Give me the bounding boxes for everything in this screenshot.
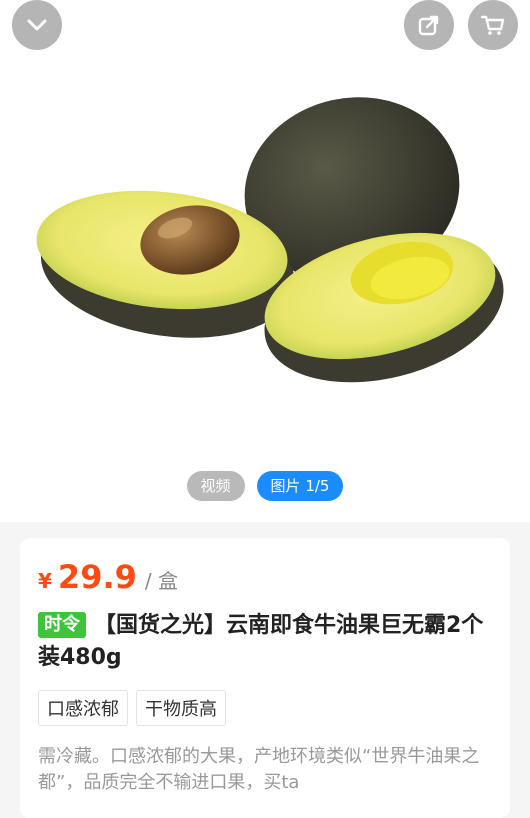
product-title-text: 【国货之光】云南即食牛油果巨无霸2个装480g xyxy=(38,613,484,670)
media-tabs: 视频 图片 1/5 xyxy=(0,471,530,501)
currency-symbol: ¥ xyxy=(38,569,52,593)
back-button[interactable] xyxy=(12,0,62,50)
feature-tag: 口感浓郁 xyxy=(38,690,128,726)
tab-photos[interactable]: 图片 1/5 xyxy=(256,471,344,501)
chevron-down-icon xyxy=(27,19,47,31)
feature-tag: 干物质高 xyxy=(136,690,226,726)
avocado-image xyxy=(36,97,504,383)
share-button[interactable] xyxy=(404,0,454,50)
feature-tags: 口感浓郁 干物质高 xyxy=(38,690,226,726)
cart-button[interactable] xyxy=(468,0,518,50)
product-description: 需冷藏。口感浓郁的大果，产地环境类似“世界牛油果之都”，品质完全不输进口果，买t… xyxy=(38,746,480,793)
product-title: 时令 【国货之光】云南即食牛油果巨无霸2个装480g xyxy=(38,610,498,674)
share-icon xyxy=(418,15,439,36)
tab-video[interactable]: 视频 xyxy=(186,471,245,501)
season-badge: 时令 xyxy=(38,612,86,638)
price-unit: / 盒 xyxy=(144,569,178,593)
price-value: 29.9 xyxy=(57,558,137,596)
product-info-card: ¥ 29.9 / 盒 时令 【国货之光】云南即食牛油果巨无霸2个装480g 口感浓… xyxy=(20,538,510,818)
product-image-area[interactable]: 视频 图片 1/5 xyxy=(0,0,530,522)
price-row: ¥ 29.9 / 盒 xyxy=(38,558,178,596)
cart-icon xyxy=(480,15,505,35)
